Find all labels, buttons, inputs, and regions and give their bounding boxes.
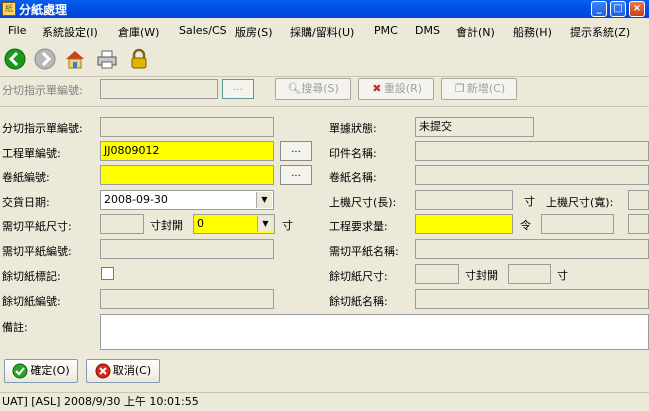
remain-open-unit: 寸 (557, 269, 568, 282)
app-icon: 紙 (2, 2, 16, 16)
cancel-button[interactable]: 取消(C) (86, 359, 160, 383)
cut-size-label: 需切平紙尺寸: (2, 220, 72, 233)
remain-open-label: 寸封開 (465, 269, 498, 282)
menu-accounting[interactable]: 會計(N) (456, 24, 495, 40)
work-order-lookup-button[interactable]: ... (280, 141, 312, 161)
remain-flag-checkbox[interactable] (101, 267, 114, 280)
req-qty-extra-field-2 (628, 214, 649, 234)
menu-shipping[interactable]: 船務(H) (513, 24, 552, 40)
new-button-label: 新增(C) (466, 82, 506, 95)
chevron-down-icon[interactable]: ▼ (257, 216, 273, 232)
delivery-date-label: 交貨日期: (2, 196, 50, 209)
roll-no-lookup-button[interactable]: ... (280, 165, 312, 185)
reset-button[interactable]: ✖ 重設(R) (358, 78, 434, 100)
print-name-field (415, 141, 649, 161)
divider (0, 106, 649, 107)
menu-alerts[interactable]: 提示系統(Z) (570, 24, 630, 40)
status-label: 單據狀態: (329, 122, 377, 135)
search-order-label: 分切指示單編號: (2, 84, 83, 97)
ok-button-label: 確定(O) (30, 364, 70, 377)
req-qty-label: 工程要求量: (329, 220, 388, 233)
home-icon[interactable] (64, 48, 86, 70)
menu-file[interactable]: File (8, 24, 26, 37)
cut-open-label: 寸封開 (150, 219, 183, 232)
search-button-label: 搜尋(S) (301, 82, 339, 95)
cut-no-label: 需切平紙編號: (2, 245, 72, 258)
cancel-button-label: 取消(C) (112, 364, 152, 377)
back-icon[interactable] (4, 48, 26, 70)
roll-no-label: 卷紙編號: (2, 171, 50, 184)
cut-name-field (415, 239, 649, 259)
remain-name-label: 餘切紙名稱: (329, 295, 388, 308)
menu-system-settings[interactable]: 系統設定(I) (42, 24, 98, 40)
cut-no-field (100, 239, 274, 259)
status-value: 未提交 (415, 117, 534, 137)
forward-icon[interactable] (34, 48, 56, 70)
menu-sales-cs[interactable]: Sales/CS (179, 24, 227, 37)
delivery-date-select[interactable]: 2008-09-30 ▼ (100, 190, 274, 210)
menu-pmc[interactable]: PMC (374, 24, 398, 37)
printer-icon[interactable] (96, 48, 118, 70)
machine-width-label: 上機尺寸(寬): (546, 196, 614, 209)
minimize-button[interactable]: _ (591, 1, 607, 17)
search-lookup-button[interactable]: ... (222, 79, 254, 99)
search-order-input[interactable] (100, 79, 218, 99)
window-title: 分紙處理 (19, 3, 68, 17)
menu-purchasing[interactable]: 採購/留料(U) (290, 24, 354, 40)
reset-button-label: 重設(R) (383, 82, 423, 95)
menu-plate-room[interactable]: 版房(S) (235, 24, 273, 40)
new-doc-icon: ❐ (454, 82, 465, 95)
remain-size-label: 餘切紙尺寸: (329, 270, 388, 283)
work-order-input[interactable]: JJ0809012 (100, 141, 274, 161)
delivery-date-value: 2008-09-30 (104, 193, 168, 206)
order-no-field (100, 117, 274, 137)
cut-name-label: 需切平紙名稱: (329, 245, 399, 258)
search-button[interactable]: 🔍︎搜尋(S) (275, 78, 351, 100)
machine-length-label: 上機尺寸(長): (329, 196, 397, 209)
maximize-button[interactable]: □ (610, 1, 626, 17)
cut-open-select[interactable]: 0 ▼ (193, 214, 275, 234)
remain-no-label: 餘切紙編號: (2, 295, 61, 308)
menu-dms[interactable]: DMS (415, 24, 440, 37)
remark-textarea[interactable] (100, 314, 649, 350)
remain-flag-label: 餘切紙標記: (2, 270, 61, 283)
req-qty-extra-field (541, 214, 614, 234)
print-name-label: 印件名稱: (329, 147, 377, 160)
new-button[interactable]: ❐ 新增(C) (441, 78, 517, 100)
close-button[interactable]: × (629, 1, 645, 17)
remain-name-field (415, 289, 649, 309)
remain-open-field (508, 264, 551, 284)
title-bar (0, 0, 649, 18)
ok-button[interactable]: 確定(O) (4, 359, 78, 383)
roll-name-field (415, 165, 649, 185)
reset-icon: ✖ (372, 82, 382, 95)
chevron-down-icon[interactable]: ▼ (256, 192, 272, 208)
machine-width-field (628, 190, 649, 210)
cut-open-value: 0 (197, 217, 204, 230)
machine-length-unit: 寸 (524, 195, 535, 208)
menu-warehouse[interactable]: 倉庫(W) (118, 24, 159, 40)
order-no-label: 分切指示單編號: (2, 122, 83, 135)
magnifier-icon: 🔍︎ (287, 82, 302, 95)
req-qty-unit: 令 (520, 219, 531, 232)
remain-size-input (415, 264, 459, 284)
cancel-icon (95, 363, 111, 379)
status-bar: UAT] [ASL] 2008/9/30 上午 10:01:55 (0, 392, 649, 411)
roll-name-label: 卷紙名稱: (329, 171, 377, 184)
lock-icon[interactable] (128, 48, 150, 70)
roll-no-input[interactable] (100, 165, 274, 185)
machine-length-field (415, 190, 513, 210)
req-qty-input[interactable] (415, 214, 513, 234)
cut-size-input[interactable] (100, 214, 144, 234)
cut-open-unit: 寸 (282, 219, 293, 232)
check-icon (12, 363, 28, 379)
remark-label: 備註: (2, 321, 28, 334)
remain-no-field (100, 289, 274, 309)
work-order-label: 工程單編號: (2, 147, 61, 160)
